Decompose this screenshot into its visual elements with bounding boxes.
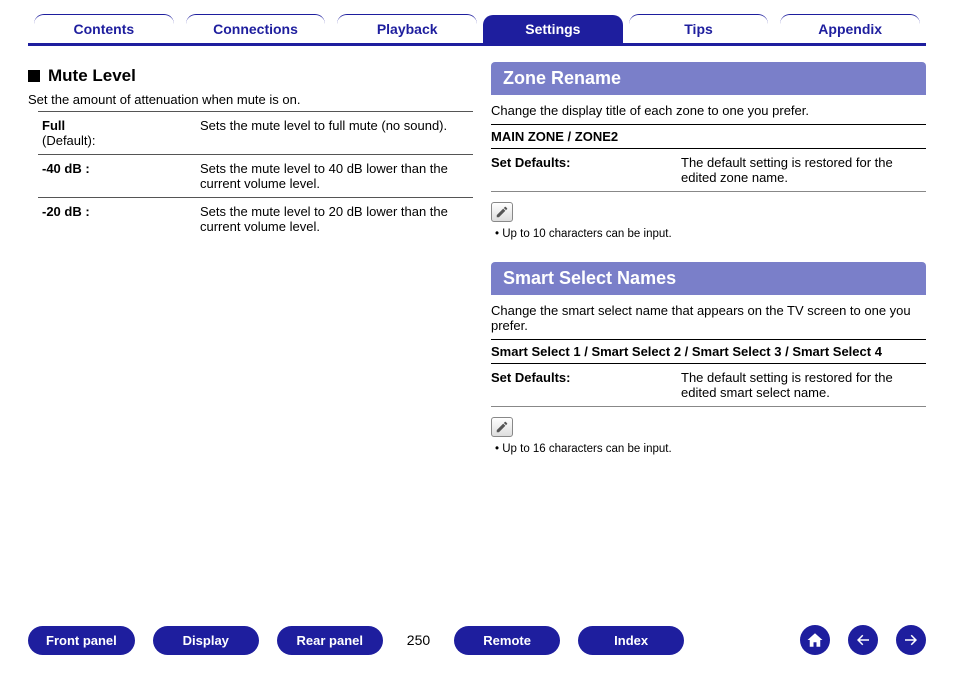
set-defaults-label: Set Defaults:	[491, 155, 671, 185]
opt-val: Sets the mute level to 40 dB lower than …	[196, 155, 473, 198]
home-icon[interactable]	[800, 625, 830, 655]
left-column: Mute Level Set the amount of attenuation…	[28, 62, 463, 592]
top-nav-tabs: Contents Connections Playback Settings T…	[28, 10, 926, 46]
table-row: Full(Default): Sets the mute level to fu…	[38, 112, 473, 155]
display-button[interactable]: Display	[153, 626, 259, 655]
opt-key: Full	[42, 118, 65, 133]
pencil-icon	[491, 417, 513, 437]
tab-settings[interactable]: Settings	[483, 15, 623, 43]
table-row: -20 dB : Sets the mute level to 20 dB lo…	[38, 198, 473, 241]
opt-key: -20 dB :	[38, 198, 196, 241]
zone-rename-row: Set Defaults: The default setting is res…	[491, 149, 926, 192]
tab-appendix[interactable]: Appendix	[780, 14, 920, 43]
zone-rename-desc: Change the display title of each zone to…	[491, 103, 926, 118]
set-defaults-label: Set Defaults:	[491, 370, 671, 400]
tab-contents[interactable]: Contents	[34, 14, 174, 43]
smart-select-desc: Change the smart select name that appear…	[491, 303, 926, 333]
opt-val: Sets the mute level to full mute (no sou…	[196, 112, 473, 155]
section-heading-mute-level: Mute Level	[28, 66, 463, 86]
square-bullet-icon	[28, 70, 40, 82]
smart-select-subheader: Smart Select 1 / Smart Select 2 / Smart …	[491, 339, 926, 364]
footer-nav: Front panel Display Rear panel 250 Remot…	[28, 625, 926, 655]
section-heading-zone-rename: Zone Rename	[491, 62, 926, 95]
opt-sub: (Default):	[42, 133, 95, 148]
opt-key: -40 dB :	[38, 155, 196, 198]
rear-panel-button[interactable]: Rear panel	[277, 626, 383, 655]
smart-select-row: Set Defaults: The default setting is res…	[491, 364, 926, 407]
zone-rename-note: Up to 10 characters can be input.	[495, 228, 926, 240]
zone-rename-subheader: MAIN ZONE / ZONE2	[491, 124, 926, 149]
section-heading-smart-select: Smart Select Names	[491, 262, 926, 295]
table-row: -40 dB : Sets the mute level to 40 dB lo…	[38, 155, 473, 198]
remote-button[interactable]: Remote	[454, 626, 560, 655]
smart-select-note: Up to 16 characters can be input.	[495, 443, 926, 455]
set-defaults-value: The default setting is restored for the …	[681, 370, 926, 400]
mute-level-title: Mute Level	[48, 66, 136, 86]
opt-val: Sets the mute level to 20 dB lower than …	[196, 198, 473, 241]
tab-playback[interactable]: Playback	[337, 14, 477, 43]
tab-connections[interactable]: Connections	[186, 14, 326, 43]
mute-level-desc: Set the amount of attenuation when mute …	[28, 92, 463, 107]
tab-tips[interactable]: Tips	[629, 14, 769, 43]
next-page-icon[interactable]	[896, 625, 926, 655]
right-column: Zone Rename Change the display title of …	[491, 62, 926, 592]
front-panel-button[interactable]: Front panel	[28, 626, 135, 655]
page-number: 250	[401, 632, 436, 648]
prev-page-icon[interactable]	[848, 625, 878, 655]
set-defaults-value: The default setting is restored for the …	[681, 155, 926, 185]
index-button[interactable]: Index	[578, 626, 684, 655]
mute-level-table: Full(Default): Sets the mute level to fu…	[38, 111, 473, 240]
pencil-icon	[491, 202, 513, 222]
